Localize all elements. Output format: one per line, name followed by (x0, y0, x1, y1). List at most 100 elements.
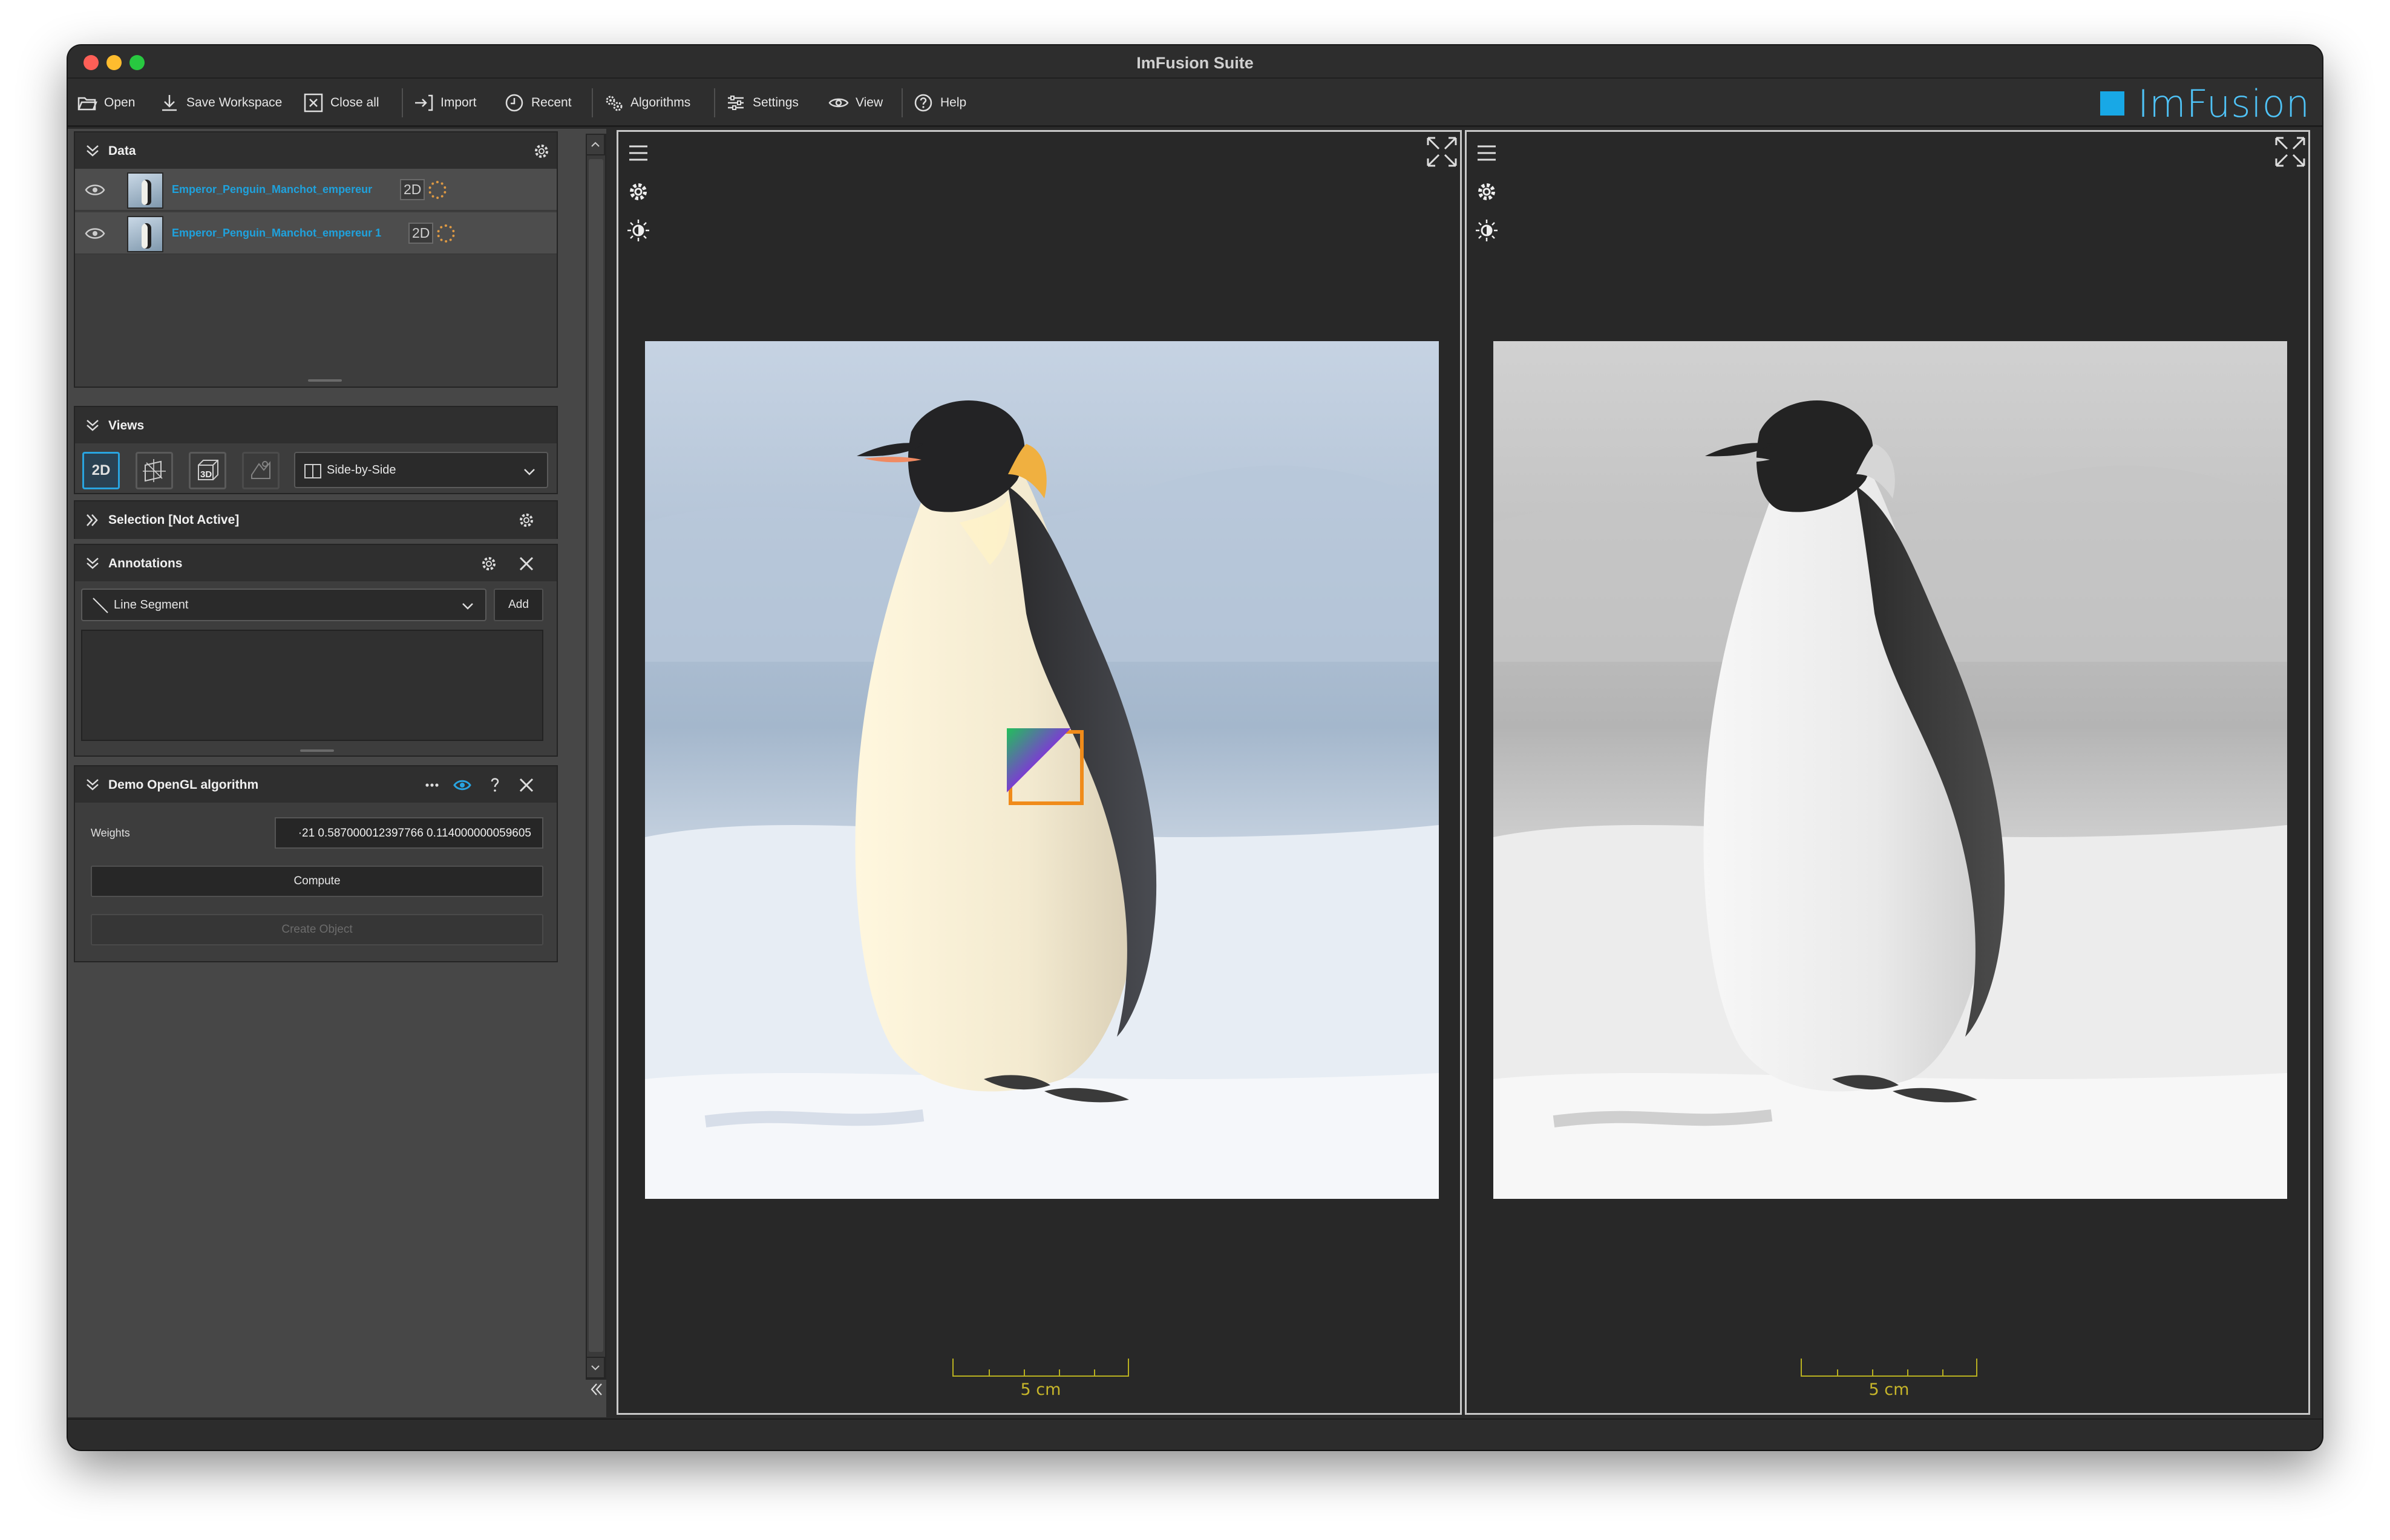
visibility-eye-icon[interactable] (85, 227, 105, 240)
collapse-chevron-icon[interactable] (83, 417, 102, 435)
algorithm-panel: Demo OpenGL algorithm Weights ·21 0.5870… (74, 765, 558, 962)
algorithms-button[interactable]: Algorithms (603, 90, 690, 116)
expand-chevron-icon[interactable] (83, 511, 102, 529)
layout-dropdown[interactable]: Side-by-Side (294, 452, 548, 488)
views-panel-title: Views (108, 419, 145, 432)
import-label: Import (440, 96, 477, 109)
collapse-chevron-icon[interactable] (83, 776, 102, 794)
scroll-up-button[interactable] (586, 134, 605, 155)
annotation-type-dropdown[interactable]: Line Segment (81, 589, 486, 621)
dock-scrollbar[interactable] (586, 134, 606, 1380)
brightness-icon[interactable] (1474, 218, 1499, 243)
algorithms-label: Algorithms (630, 96, 691, 109)
chevron-up-icon (591, 142, 600, 147)
imfusion-logo: ImFusion (2100, 82, 2310, 126)
layout-dropdown-value: Side-by-Side (327, 463, 396, 477)
download-icon (162, 95, 177, 111)
resize-handle[interactable] (300, 749, 334, 752)
compute-button[interactable]: Compute (91, 866, 543, 897)
status-bar (68, 1418, 2322, 1450)
preview-eye-icon[interactable] (453, 775, 472, 795)
collapse-dock-icon[interactable] (588, 1381, 605, 1398)
menu-icon[interactable] (626, 140, 651, 166)
annotations-list[interactable] (81, 630, 543, 741)
chevron-down-icon (462, 603, 473, 610)
chevron-down-icon (524, 469, 535, 475)
data-panel-title: Data (108, 144, 136, 158)
penguin-image-color (645, 341, 1439, 1199)
gear-icon[interactable] (532, 142, 551, 161)
open-button[interactable]: Open (76, 90, 135, 116)
open-label: Open (104, 96, 136, 109)
penguin-photo (1493, 341, 2287, 1199)
visibility-eye-icon[interactable] (85, 183, 105, 197)
main-toolbar: Open Save Workspace Close all Import Rec… (68, 79, 2322, 127)
dimension-badge: 2D (400, 179, 425, 200)
gear-icon[interactable] (479, 554, 499, 573)
recent-button[interactable]: Recent (503, 90, 572, 116)
viewport-left[interactable]: 5 cm (617, 130, 1462, 1415)
toolbar-separator (714, 88, 715, 117)
selection-panel-header[interactable]: Selection [Not Active] (75, 501, 557, 539)
collapse-chevron-icon[interactable] (83, 142, 102, 160)
views-panel-header[interactable]: Views (75, 407, 557, 443)
maximize-icon[interactable] (1426, 135, 1458, 168)
algorithm-panel-header[interactable]: Demo OpenGL algorithm (75, 766, 557, 803)
help-button[interactable]: Help (912, 90, 966, 116)
scroll-down-button[interactable] (586, 1357, 605, 1378)
import-button[interactable]: Import (413, 90, 477, 116)
help-label: Help (940, 96, 967, 109)
close-all-button[interactable]: Close all (303, 90, 379, 116)
logo-mark-icon (2100, 91, 2124, 116)
logo-text: ImFusion (2137, 81, 2310, 126)
view-mpr-button[interactable] (136, 452, 173, 489)
viewport-right[interactable]: 5 cm (1465, 130, 2310, 1415)
collapse-chevron-icon[interactable] (83, 555, 102, 573)
views-panel: Views 2D 3D Side-by-Side (74, 406, 558, 494)
maximize-icon[interactable] (2274, 135, 2307, 168)
import-icon (415, 94, 433, 111)
create-object-button[interactable]: Create Object (91, 914, 543, 945)
view-2d-label: 2D (91, 462, 111, 478)
view-2d-button[interactable]: 2D (82, 452, 120, 489)
dataset-name[interactable]: Emperor_Penguin_Manchot_empereur 1 (172, 227, 381, 240)
colormap-icon (437, 224, 455, 243)
save-workspace-label: Save Workspace (186, 96, 283, 109)
annotations-panel-header[interactable]: Annotations (75, 545, 557, 581)
add-annotation-button[interactable]: Add (494, 589, 543, 621)
gear-icon[interactable] (517, 511, 536, 530)
scroll-thumb[interactable] (589, 159, 603, 1352)
cube-3d-icon: 3D (198, 460, 218, 480)
dimension-badge: 2D (408, 223, 434, 244)
left-dock: Data Emperor_Penguin_Manchot_empereur 2D… (68, 129, 606, 1417)
more-icon[interactable] (422, 775, 442, 795)
view-button[interactable]: View (828, 90, 883, 116)
scale-bar-label: 5 cm (1020, 1380, 1061, 1399)
menu-icon[interactable] (1474, 140, 1499, 166)
settings-button[interactable]: Settings (725, 90, 799, 116)
view-label: View (856, 96, 883, 109)
weights-field[interactable]: ·21 0.587000012397766 0.114000000059605 (275, 817, 543, 849)
data-panel-header[interactable]: Data (75, 132, 557, 169)
annotations-panel: Annotations Line Segment Add (74, 544, 558, 757)
view-3d-button[interactable]: 3D (189, 452, 226, 489)
close-icon[interactable] (517, 554, 536, 573)
brightness-icon[interactable] (626, 218, 651, 243)
gear-icon[interactable] (626, 179, 651, 204)
gear-icon[interactable] (1474, 179, 1499, 204)
app-window: ImFusion Suite Open Save Workspace Close… (68, 45, 2322, 1450)
scale-bar (952, 1359, 1129, 1377)
annotation-type-value: Line Segment (114, 598, 189, 612)
chevron-down-icon (591, 1365, 600, 1371)
dataset-row[interactable]: Emperor_Penguin_Manchot_empereur 1 2D (75, 212, 557, 255)
dataset-thumbnail (127, 172, 163, 209)
resize-handle[interactable] (308, 379, 342, 382)
save-workspace-button[interactable]: Save Workspace (159, 90, 282, 116)
view-render-button[interactable] (242, 452, 280, 489)
close-icon[interactable] (517, 775, 536, 795)
folder-icon (77, 97, 97, 111)
dataset-name[interactable]: Emperor_Penguin_Manchot_empereur (172, 183, 372, 196)
dataset-row[interactable]: Emperor_Penguin_Manchot_empereur 2D (75, 169, 557, 211)
toolbar-separator (592, 88, 593, 117)
help-icon[interactable] (485, 775, 505, 795)
